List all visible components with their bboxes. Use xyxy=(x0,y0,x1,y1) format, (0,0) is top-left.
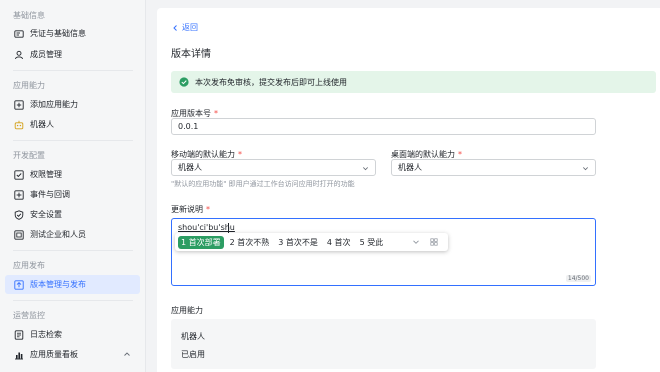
back-link[interactable]: 返回 xyxy=(171,22,198,33)
mobile-ability-select[interactable]: 机器人 xyxy=(171,159,376,176)
sidebar-item-label: 版本管理与发布 xyxy=(30,280,86,289)
sidebar-item-label: 测试企业和人员 xyxy=(30,230,86,239)
sidebar-section-ability: 应用能力 xyxy=(13,81,45,90)
log-icon xyxy=(14,329,24,340)
sidebar-item-bot[interactable]: 机器人 xyxy=(5,115,140,134)
alert-text: 本次发布免审核，提交发布后即可上线使用 xyxy=(195,77,347,87)
sidebar-section-release: 应用发布 xyxy=(13,261,45,270)
sidebar-section-dev: 开发配置 xyxy=(13,151,45,160)
ime-candidate-4[interactable]: 4 首次 xyxy=(324,237,354,248)
sidebar-section-ops: 运营监控 xyxy=(13,311,45,320)
ime-candidate-bar: 1 首次部署 2 首次不熟 3 首次不是 4 首次 5 受此 xyxy=(175,233,448,251)
sidebar-item-version[interactable]: 版本管理与发布 xyxy=(5,275,140,294)
chevron-down-icon[interactable] xyxy=(412,238,420,246)
bar-chart-icon xyxy=(14,350,24,360)
sidebar-item-quality[interactable]: 应用质量看板 xyxy=(5,345,140,364)
required-mark: * xyxy=(214,109,218,118)
sidebar-item-credentials[interactable]: 凭证与基础信息 xyxy=(5,24,140,43)
version-detail-card: 返回 版本详情 本次发布免审核，提交发布后即可上线使用 应用版本号 * 0.0.1… xyxy=(157,8,660,372)
required-mark: * xyxy=(458,150,462,159)
sidebar-divider xyxy=(13,250,133,251)
sidebar-item-label: 应用质量看板 xyxy=(30,350,78,359)
sidebar-item-permissions[interactable]: 权限管理 xyxy=(5,165,140,184)
sidebar-item-label: 添加应用能力 xyxy=(30,100,78,109)
test-org-icon xyxy=(14,229,24,240)
ability-summary: 机器人 已启用 xyxy=(171,319,596,369)
sidebar-item-add-ability[interactable]: 添加应用能力 xyxy=(5,95,140,114)
permission-icon xyxy=(14,169,24,180)
ability-name: 机器人 xyxy=(181,332,205,341)
ability-status: 已启用 xyxy=(181,350,205,359)
release-icon xyxy=(14,279,24,290)
sidebar-item-label: 日志检索 xyxy=(30,330,62,339)
notes-textarea[interactable]: shou'ci'bu'shu 14/500 xyxy=(171,218,596,286)
sidebar: 基础信息 凭证与基础信息 成员管理 应用能力 添加应用能力 机器人 开发配置 权… xyxy=(0,0,146,372)
chevron-left-icon xyxy=(173,24,177,31)
shield-icon xyxy=(14,209,24,220)
sidebar-item-events[interactable]: 事件与回调 xyxy=(5,185,140,204)
robot-icon xyxy=(14,120,24,130)
sidebar-divider xyxy=(13,300,133,301)
sidebar-item-label: 机器人 xyxy=(30,120,54,129)
desktop-ability-select[interactable]: 机器人 xyxy=(391,159,596,176)
chevron-down-icon xyxy=(363,167,368,171)
back-label: 返回 xyxy=(182,23,198,32)
text-caret xyxy=(228,223,229,233)
sidebar-item-label: 权限管理 xyxy=(30,170,62,179)
check-circle-icon xyxy=(179,77,189,87)
sidebar-item-members[interactable]: 成员管理 xyxy=(5,45,140,64)
grid-icon[interactable] xyxy=(430,238,438,246)
sidebar-divider xyxy=(13,140,133,141)
ability-section-title: 应用能力 xyxy=(171,306,203,315)
char-counter: 14/500 xyxy=(565,275,591,282)
default-ability-hint: "默认的应用功能" 即用户通过工作台访问应用时打开的功能 xyxy=(171,180,355,188)
sidebar-section-basic: 基础信息 xyxy=(13,11,45,20)
sidebar-item-test-org[interactable]: 测试企业和人员 xyxy=(5,225,140,244)
sidebar-item-label: 事件与回调 xyxy=(30,190,70,199)
id-card-icon xyxy=(14,29,24,39)
success-alert: 本次发布免审核，提交发布后即可上线使用 xyxy=(171,71,656,93)
sidebar-item-label: 成员管理 xyxy=(30,50,62,59)
ime-candidate-2[interactable]: 2 首次不熟 xyxy=(227,237,273,248)
add-square-icon xyxy=(14,99,24,110)
notes-label: 更新说明 * xyxy=(171,205,210,214)
ime-candidate-1[interactable]: 1 首次部署 xyxy=(178,235,224,249)
chevron-up-icon[interactable] xyxy=(123,350,131,358)
user-icon xyxy=(14,50,24,60)
version-input[interactable]: 0.0.1 xyxy=(171,118,596,135)
sidebar-item-label: 安全设置 xyxy=(30,210,62,219)
ime-candidate-3[interactable]: 3 首次不是 xyxy=(275,237,321,248)
event-icon xyxy=(14,189,24,200)
page-title: 版本详情 xyxy=(171,49,211,60)
sidebar-item-logs[interactable]: 日志检索 xyxy=(5,325,140,344)
ime-candidate-5[interactable]: 5 受此 xyxy=(357,237,387,248)
sidebar-item-label: 凭证与基础信息 xyxy=(30,29,86,38)
sidebar-divider xyxy=(13,70,133,71)
sidebar-item-security[interactable]: 安全设置 xyxy=(5,205,140,224)
required-mark: * xyxy=(206,205,210,214)
required-mark: * xyxy=(238,150,242,159)
ime-composition-text: shou'ci'bu'shu xyxy=(178,223,235,232)
chevron-down-icon xyxy=(583,167,588,171)
